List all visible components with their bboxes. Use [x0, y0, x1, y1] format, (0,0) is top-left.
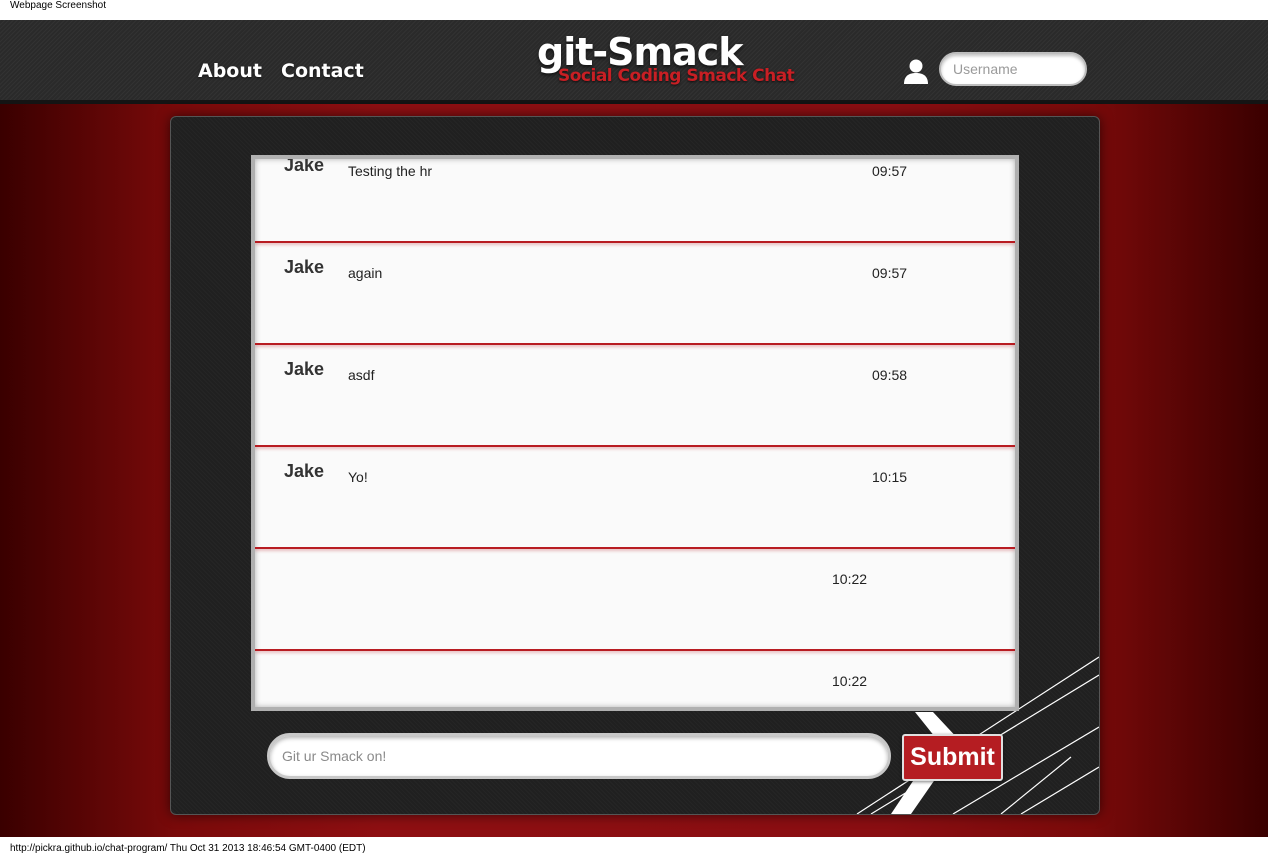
message-time: 09:57: [872, 265, 908, 281]
message-text: Yo!: [348, 469, 368, 485]
message-author: Jake: [284, 359, 325, 379]
user-icon: [904, 59, 928, 84]
message-input[interactable]: [267, 733, 891, 779]
message-author: Jake: [284, 257, 325, 277]
message-row: Jake again 09:57: [255, 245, 1015, 345]
message-time: 09:58: [872, 367, 908, 383]
message-time: 10:22: [832, 673, 868, 689]
message-text: Testing the hr: [348, 163, 433, 179]
message-text: again: [348, 265, 383, 281]
submit-button[interactable]: Submit: [902, 734, 1003, 781]
message-author: Jake: [284, 155, 325, 175]
message-text: asdf: [348, 367, 375, 383]
chat-panel: Jake Testing the hr 09:57 Jake again 09:…: [170, 116, 1100, 815]
message-row: 10:22: [255, 653, 1015, 707]
message-time: 10:15: [872, 469, 908, 485]
message-time: 10:22: [832, 571, 868, 587]
page-url-footer: http://pickra.github.io/chat-program/ Th…: [10, 843, 366, 854]
site-header: About Contact git-Smack Social Coding Sm…: [0, 20, 1268, 104]
logo-subtitle: Social Coding Smack Chat: [558, 66, 795, 86]
message-row: Jake Testing the hr 09:57: [255, 155, 1015, 243]
window-caption: Webpage Screenshot: [10, 0, 106, 11]
message-row: 10:22: [255, 551, 1015, 651]
username-input[interactable]: [939, 52, 1087, 86]
message-time: 09:57: [872, 163, 908, 179]
message-author: Jake: [284, 461, 325, 481]
message-row: Jake Yo! 10:15: [255, 449, 1015, 549]
message-row: Jake asdf 09:58: [255, 347, 1015, 447]
message-list: Jake Testing the hr 09:57 Jake again 09:…: [251, 155, 1019, 711]
nav-contact-link[interactable]: Contact: [281, 60, 364, 82]
nav-about-link[interactable]: About: [198, 60, 262, 82]
